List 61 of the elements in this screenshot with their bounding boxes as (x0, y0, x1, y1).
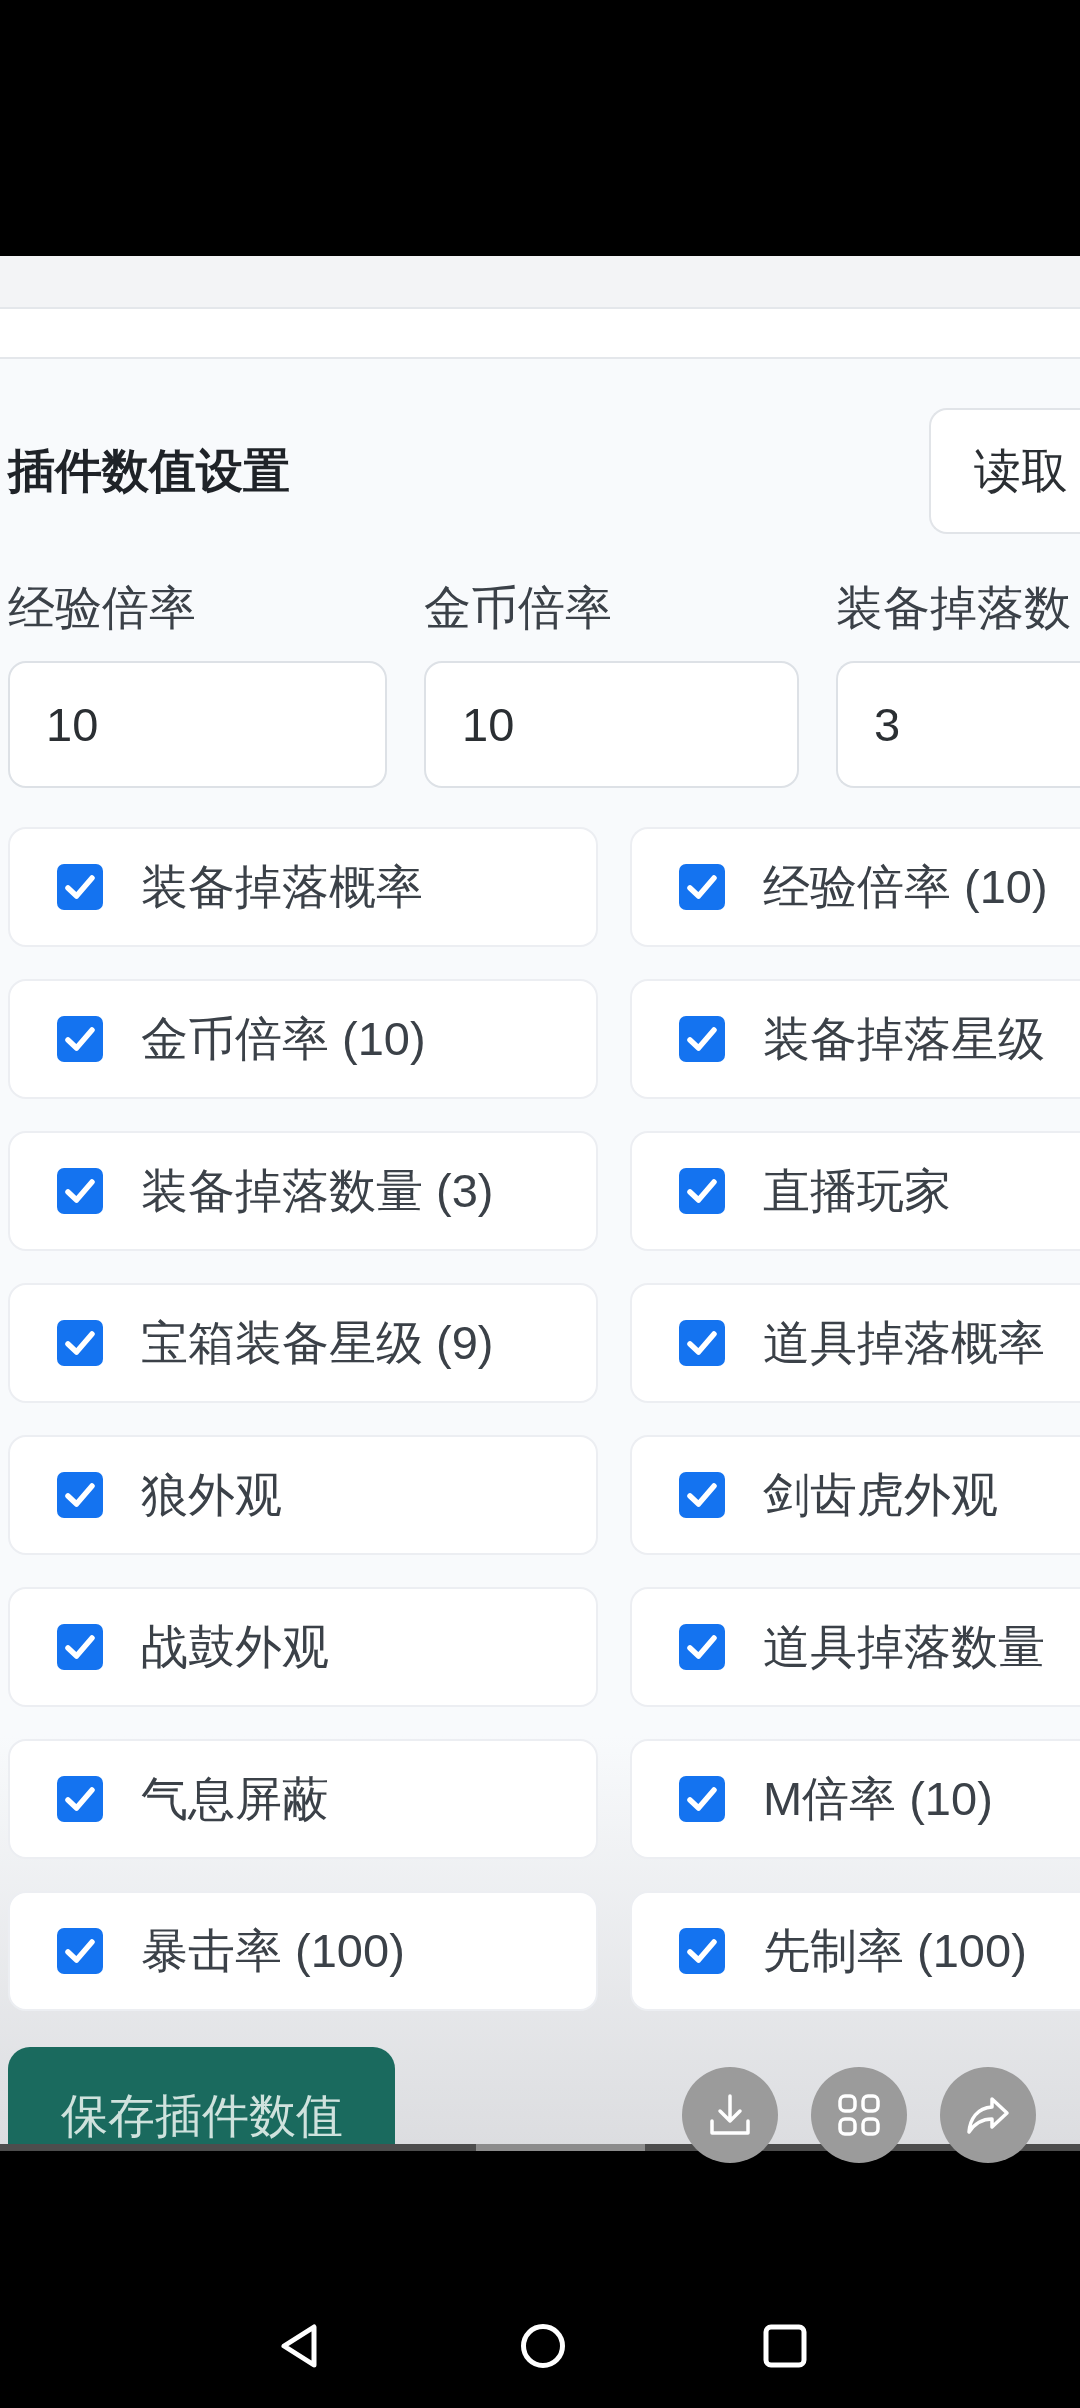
checkbox[interactable] (57, 1016, 103, 1062)
checkbox[interactable] (57, 1320, 103, 1366)
option-card[interactable]: 道具掉落概率 (630, 1283, 1080, 1403)
option-card[interactable]: 装备掉落星级 (630, 979, 1080, 1099)
checkbox[interactable] (679, 864, 725, 910)
option-label: 暴击率 (100) (141, 1923, 405, 1979)
option-label: 剑齿虎外观 (763, 1467, 998, 1523)
checkbox[interactable] (57, 864, 103, 910)
section-title: 插件数值设置 (8, 443, 290, 499)
option-label: 道具掉落概率 (763, 1315, 1045, 1371)
option-card[interactable]: 剑齿虎外观 (630, 1435, 1080, 1555)
number-field[interactable]: 3 (836, 661, 1080, 788)
option-label: 气息屏蔽 (141, 1771, 329, 1827)
option-card[interactable]: 战鼓外观 (8, 1587, 598, 1707)
option-card[interactable]: 暴击率 (100) (8, 1891, 598, 2011)
option-card[interactable]: 装备掉落概率 (8, 827, 598, 947)
download-icon (708, 2093, 752, 2137)
field-label: 金币倍率 (424, 580, 612, 636)
checkbox[interactable] (679, 1168, 725, 1214)
checkbox[interactable] (679, 1624, 725, 1670)
option-label: 直播玩家 (763, 1163, 951, 1219)
option-label: 经验倍率 (10) (763, 859, 1048, 915)
option-label: 战鼓外观 (141, 1619, 329, 1675)
option-card[interactable]: 狼外观 (8, 1435, 598, 1555)
option-card[interactable]: 金币倍率 (10) (8, 979, 598, 1099)
option-label: 先制率 (100) (763, 1923, 1027, 1979)
save-button[interactable]: 保存插件数值 (8, 2047, 395, 2144)
option-card[interactable]: 装备掉落数量 (3) (8, 1131, 598, 1251)
field-label: 装备掉落数 (836, 580, 1071, 636)
option-card[interactable]: 气息屏蔽 (8, 1739, 598, 1859)
grid-icon (837, 2093, 881, 2137)
option-label: 装备掉落概率 (141, 859, 423, 915)
checkbox[interactable] (57, 1472, 103, 1518)
number-field[interactable]: 10 (424, 661, 799, 788)
read-button[interactable]: 读取 (929, 408, 1080, 534)
option-label: 宝箱装备星级 (9) (141, 1315, 494, 1371)
checkbox[interactable] (679, 1776, 725, 1822)
option-card[interactable]: 先制率 (100) (630, 1891, 1080, 2011)
option-card[interactable]: 经验倍率 (10) (630, 827, 1080, 947)
option-card[interactable]: 道具掉落数量 (630, 1587, 1080, 1707)
option-label: M倍率 (10) (763, 1771, 993, 1827)
checkbox[interactable] (57, 1624, 103, 1670)
option-label: 装备掉落星级 (763, 1011, 1045, 1067)
checkbox[interactable] (679, 1928, 725, 1974)
checkbox[interactable] (57, 1928, 103, 1974)
option-label: 装备掉落数量 (3) (141, 1163, 494, 1219)
checkbox[interactable] (679, 1472, 725, 1518)
option-card[interactable]: 宝箱装备星级 (9) (8, 1283, 598, 1403)
checkbox[interactable] (57, 1776, 103, 1822)
recents-icon[interactable] (762, 2323, 808, 2369)
checkbox[interactable] (679, 1016, 725, 1062)
option-card[interactable]: M倍率 (10) (630, 1739, 1080, 1859)
checkbox[interactable] (679, 1320, 725, 1366)
option-card[interactable]: 直播玩家 (630, 1131, 1080, 1251)
option-label: 狼外观 (141, 1467, 282, 1523)
field-label: 经验倍率 (8, 580, 196, 636)
option-label: 金币倍率 (10) (141, 1011, 426, 1067)
option-label: 道具掉落数量 (763, 1619, 1045, 1675)
number-field[interactable]: 10 (8, 661, 387, 788)
checkbox[interactable] (57, 1168, 103, 1214)
home-icon[interactable] (520, 2323, 566, 2369)
